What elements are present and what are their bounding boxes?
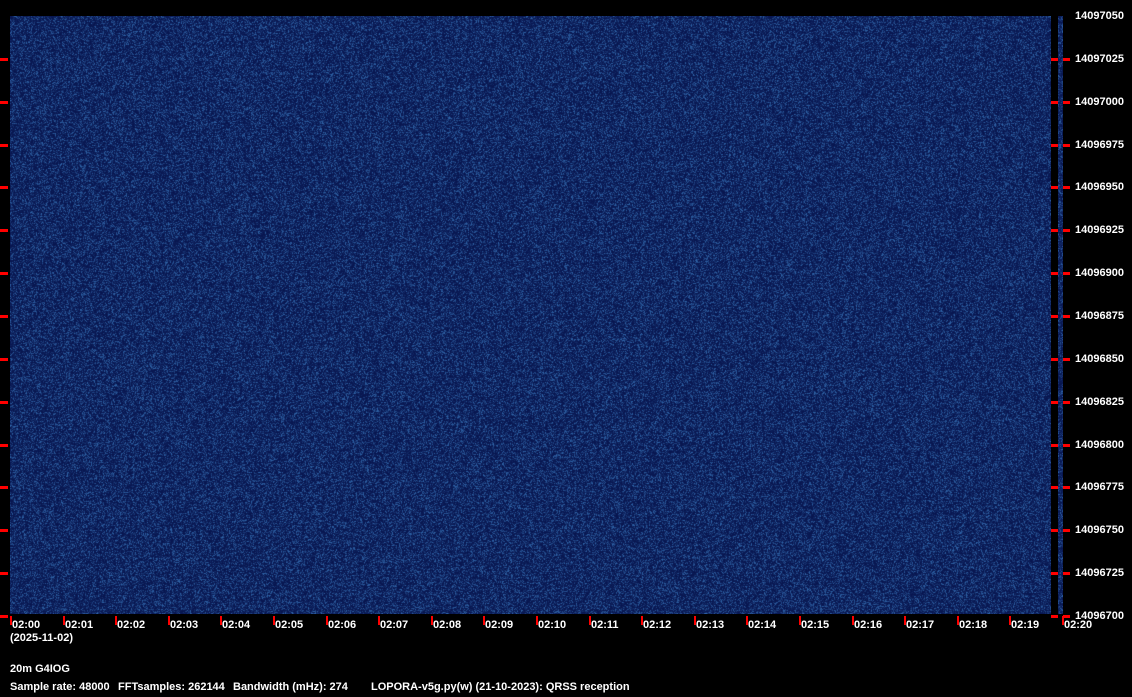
- freq-tick-label: 14096750: [1075, 524, 1124, 536]
- freq-tick: [1051, 229, 1058, 232]
- freq-tick: [1051, 615, 1058, 618]
- freq-tick: [1051, 358, 1058, 361]
- freq-tick: [1063, 529, 1070, 532]
- time-tick-label: 02:19: [1011, 619, 1039, 631]
- freq-tick: [1051, 401, 1058, 404]
- freq-tick-label: 14097000: [1075, 96, 1124, 108]
- time-tick-label: 02:12: [643, 619, 671, 631]
- freq-tick: [1063, 315, 1070, 318]
- time-tick-label: 02:16: [854, 619, 882, 631]
- freq-tick: [0, 58, 8, 61]
- time-tick-label: 02:01: [65, 619, 93, 631]
- freq-tick: [1063, 615, 1070, 618]
- time-tick-label: 02:02: [117, 619, 145, 631]
- freq-tick: [1051, 444, 1058, 447]
- freq-tick: [1063, 572, 1070, 575]
- freq-tick: [1051, 186, 1058, 189]
- sample-rate: Sample rate: 48000: [10, 681, 110, 693]
- freq-tick-label: 14096850: [1075, 353, 1124, 365]
- freq-tick: [1063, 186, 1070, 189]
- freq-tick-label: 14096950: [1075, 181, 1124, 193]
- freq-tick: [0, 144, 8, 147]
- time-tick-label: 02:13: [696, 619, 724, 631]
- time-tick-label: 02:07: [380, 619, 408, 631]
- freq-tick-label: 14096925: [1075, 224, 1124, 236]
- freq-tick: [1063, 401, 1070, 404]
- freq-tick: [1051, 144, 1058, 147]
- freq-tick: [0, 358, 8, 361]
- time-tick-label: 02:04: [222, 619, 250, 631]
- freq-tick-label: 14096900: [1075, 267, 1124, 279]
- freq-tick: [0, 401, 8, 404]
- time-tick-label: 02:17: [906, 619, 934, 631]
- freq-tick: [0, 486, 8, 489]
- freq-tick: [0, 101, 8, 104]
- freq-tick: [1063, 144, 1070, 147]
- freq-tick-label: 14096825: [1075, 396, 1124, 408]
- freq-tick: [1051, 101, 1058, 104]
- freq-tick-label: 14096725: [1075, 567, 1124, 579]
- time-tick-label: 02:06: [328, 619, 356, 631]
- spectrogram: [10, 16, 1051, 614]
- time-tick-label: 02:11: [591, 619, 619, 631]
- time-tick-label: 02:03: [170, 619, 198, 631]
- fft-samples: FFTsamples: 262144: [118, 681, 225, 693]
- time-tick-label: 02:09: [485, 619, 513, 631]
- freq-tick-label: 14097025: [1075, 53, 1124, 65]
- time-tick-label: 02:15: [801, 619, 829, 631]
- software-info: LOPORA-v5g.py(w) (21-10-2023): QRSS rece…: [371, 681, 630, 693]
- freq-tick: [1051, 315, 1058, 318]
- freq-tick: [0, 315, 8, 318]
- freq-tick: [1051, 572, 1058, 575]
- freq-tick: [1063, 272, 1070, 275]
- freq-tick: [1051, 58, 1058, 61]
- freq-tick: [1051, 529, 1058, 532]
- freq-tick: [1063, 101, 1070, 104]
- time-tick-label: 02:05: [275, 619, 303, 631]
- time-tick-label: 02:08: [433, 619, 461, 631]
- freq-tick: [1063, 229, 1070, 232]
- time-tick-label: 02:00: [12, 619, 40, 631]
- time-tick-label: 02:14: [748, 619, 776, 631]
- freq-tick: [0, 186, 8, 189]
- bandwidth: Bandwidth (mHz): 274: [233, 681, 348, 693]
- freq-tick: [0, 272, 8, 275]
- freq-tick: [0, 229, 8, 232]
- time-tick-label: 02:10: [538, 619, 566, 631]
- freq-tick-label: 14096875: [1075, 310, 1124, 322]
- freq-tick: [0, 615, 8, 618]
- freq-tick: [1063, 358, 1070, 361]
- time-tick-label: 02:18: [959, 619, 987, 631]
- freq-tick-label: 14096800: [1075, 439, 1124, 451]
- station-label: 20m G4IOG: [10, 663, 70, 675]
- freq-tick: [0, 529, 8, 532]
- freq-tick-label: 14097050: [1075, 10, 1124, 22]
- freq-tick: [0, 572, 8, 575]
- freq-tick: [1051, 486, 1058, 489]
- freq-tick: [1051, 272, 1058, 275]
- freq-tick-label: 14096775: [1075, 481, 1124, 493]
- time-tick-label: 02:20: [1064, 619, 1092, 631]
- freq-tick: [1063, 58, 1070, 61]
- freq-tick: [0, 444, 8, 447]
- freq-tick: [1063, 444, 1070, 447]
- freq-tick: [1063, 486, 1070, 489]
- freq-tick-label: 14096975: [1075, 139, 1124, 151]
- date-label: (2025-11-02): [10, 632, 73, 644]
